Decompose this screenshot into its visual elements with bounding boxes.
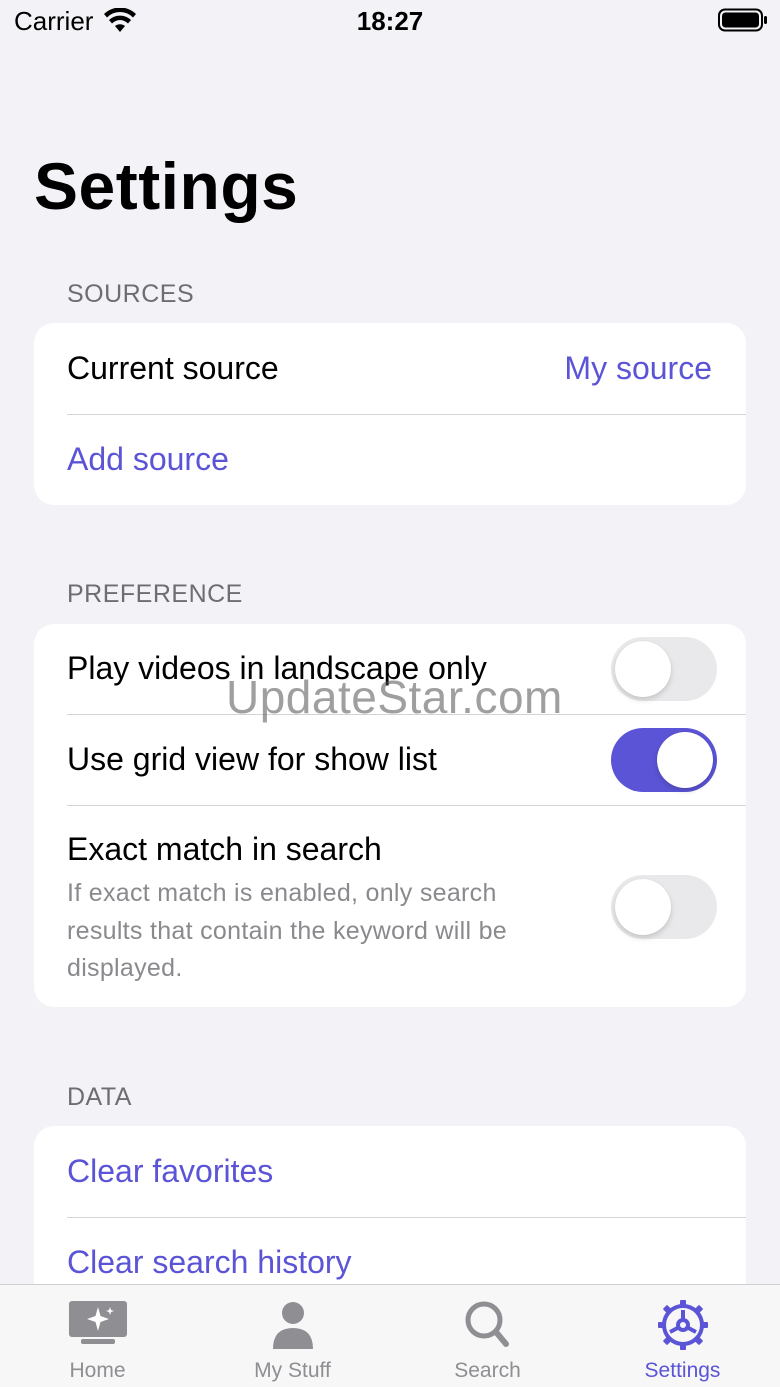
section-header-preference: PREFERENCE bbox=[67, 580, 243, 608]
person-icon bbox=[272, 1302, 313, 1349]
page-title: Settings bbox=[34, 149, 299, 223]
tab-my-stuff[interactable]: My Stuff bbox=[195, 1285, 390, 1387]
tab-label: Settings bbox=[644, 1359, 721, 1382]
exact-match-label: Exact match in search bbox=[67, 831, 382, 867]
landscape-toggle[interactable] bbox=[611, 637, 717, 701]
tab-label: My Stuff bbox=[254, 1359, 331, 1382]
current-source-value[interactable]: My source bbox=[564, 350, 712, 387]
clear-favorites-button[interactable]: Clear favorites bbox=[67, 1153, 273, 1190]
tab-bar: Home My Stuff Search Settings bbox=[0, 1284, 780, 1387]
landscape-label: Play videos in landscape only bbox=[67, 650, 487, 686]
grid-view-row: Use grid view for show list bbox=[34, 714, 746, 805]
section-header-data: DATA bbox=[67, 1083, 132, 1111]
add-source-button[interactable]: Add source bbox=[67, 441, 229, 478]
toggle-knob bbox=[657, 732, 713, 788]
preference-card: Play videos in landscape only Use grid v… bbox=[34, 624, 746, 1007]
grid-view-toggle[interactable] bbox=[611, 728, 717, 792]
tab-label: Home bbox=[69, 1359, 126, 1382]
battery-icon bbox=[718, 8, 767, 32]
current-source-row[interactable]: Current source My source bbox=[34, 323, 746, 414]
section-header-sources: SOURCES bbox=[67, 280, 195, 308]
toggle-knob bbox=[615, 641, 671, 697]
gear-icon bbox=[657, 1300, 708, 1350]
current-source-label: Current source bbox=[67, 350, 279, 386]
tab-label: Search bbox=[454, 1359, 521, 1382]
landscape-row: Play videos in landscape only bbox=[34, 624, 746, 714]
status-bar: Carrier 18:27 bbox=[0, 0, 780, 44]
description-line: If exact match is enabled, only search bbox=[67, 879, 497, 907]
clear-search-history-button[interactable]: Clear search history bbox=[67, 1244, 352, 1281]
description-line: displayed. bbox=[67, 954, 183, 982]
home-sparkle-icon bbox=[68, 1301, 127, 1344]
tab-search[interactable]: Search bbox=[390, 1285, 585, 1387]
tab-settings[interactable]: Settings bbox=[585, 1285, 780, 1387]
description-line: results that contain the keyword will be bbox=[67, 916, 507, 945]
exact-match-row: Exact match in search If exact match is … bbox=[34, 805, 746, 1007]
grid-view-label: Use grid view for show list bbox=[67, 741, 437, 777]
sources-card: Current source My source Add source bbox=[34, 323, 746, 505]
toggle-knob bbox=[615, 879, 671, 935]
exact-match-toggle[interactable] bbox=[611, 875, 717, 939]
add-source-row[interactable]: Add source bbox=[34, 414, 746, 505]
exact-match-description: If exact match is enabled, only search r… bbox=[67, 875, 587, 988]
tab-home[interactable]: Home bbox=[0, 1285, 195, 1387]
search-icon bbox=[465, 1301, 509, 1347]
clear-favorites-row[interactable]: Clear favorites bbox=[34, 1126, 746, 1217]
clock-time: 18:27 bbox=[356, 6, 424, 36]
